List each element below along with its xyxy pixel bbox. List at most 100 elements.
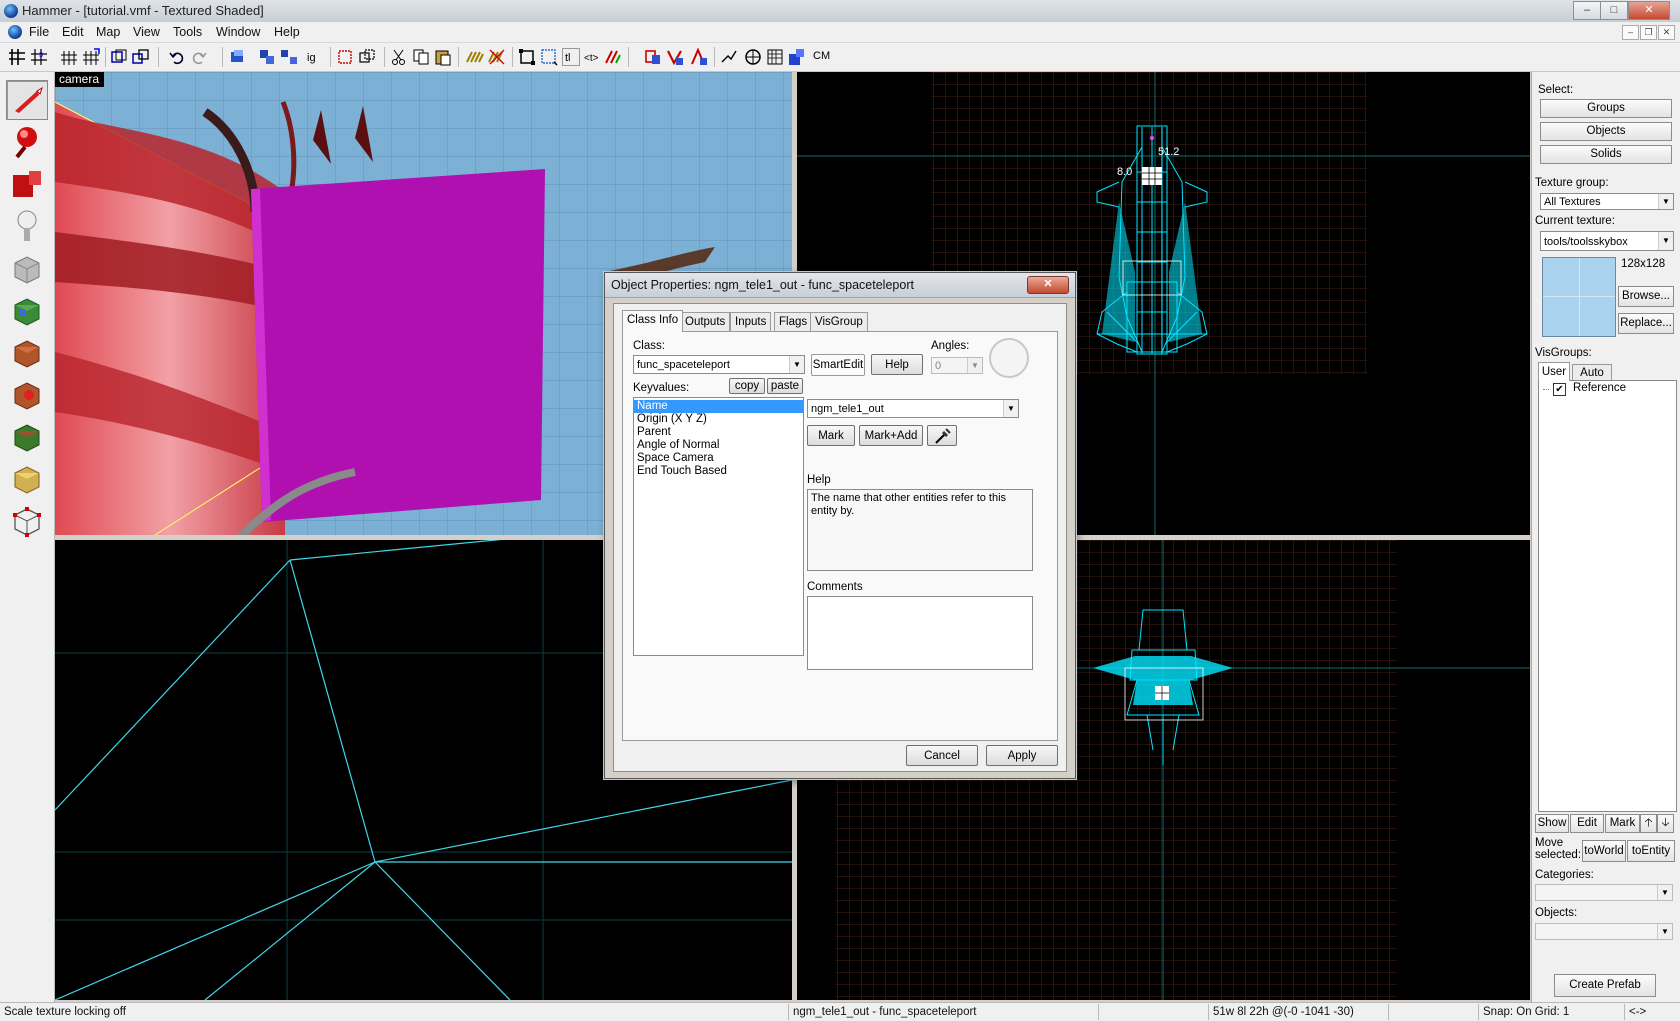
texture-group-select[interactable]: All Textures ▼ — [1540, 193, 1674, 210]
keyvalues-list[interactable]: Name Origin (X Y Z) Parent Angle of Norm… — [633, 397, 804, 656]
tab-flags[interactable]: Flags — [774, 312, 813, 331]
grid-larger-icon[interactable] — [82, 48, 100, 66]
keyvalue-item[interactable]: Angle of Normal — [634, 439, 803, 452]
keyvalue-item[interactable]: Parent — [634, 426, 803, 439]
radius-culling-icon[interactable] — [744, 48, 762, 66]
objects-select[interactable]: ▼ — [1535, 923, 1673, 940]
texture-application-tool[interactable] — [6, 290, 48, 330]
displacement-toggle-icon[interactable] — [604, 48, 622, 66]
keyvalue-item[interactable]: Space Camera — [634, 452, 803, 465]
tab-outputs[interactable]: Outputs — [680, 312, 731, 331]
keyvalue-item[interactable]: Origin (X Y Z) — [634, 413, 803, 426]
ignore-groups-icon[interactable]: ig — [304, 48, 322, 66]
show-items-icon[interactable] — [666, 48, 684, 66]
keyvalue-item[interactable]: End Touch Based — [634, 465, 803, 478]
menu-edit[interactable]: Edit — [62, 25, 84, 39]
keyvalue-item[interactable]: Name — [634, 400, 803, 413]
visgroup-checkbox-checked-icon[interactable]: ✔ — [1553, 383, 1566, 396]
clipping-tool[interactable] — [6, 458, 48, 498]
class-select[interactable]: func_spaceteleport ▼ — [633, 355, 805, 374]
apply-texture-tool[interactable] — [6, 332, 48, 372]
entity-report-icon[interactable] — [788, 48, 806, 66]
copy-icon[interactable] — [412, 48, 430, 66]
angle-dial[interactable] — [989, 338, 1029, 378]
class-help-button[interactable]: Help — [871, 354, 923, 375]
undo-icon[interactable] — [168, 48, 186, 66]
cancel-button[interactable]: Cancel — [906, 745, 978, 766]
select-items-icon[interactable] — [690, 48, 708, 66]
eyedropper-button[interactable] — [927, 425, 957, 446]
comments-field[interactable] — [807, 596, 1033, 670]
angles-select[interactable]: 0 ▼ — [931, 357, 983, 374]
document-icon[interactable] — [8, 25, 22, 39]
toggle-3d-grid-icon[interactable]: <t> — [584, 48, 602, 66]
dialog-title-bar[interactable]: Object Properties: ngm_tele1_out - func_… — [605, 273, 1075, 298]
hide-selection-icon[interactable] — [336, 48, 354, 66]
ungroup-icon[interactable] — [280, 48, 298, 66]
decal-tool[interactable] — [6, 374, 48, 414]
tab-inputs[interactable]: Inputs — [730, 312, 772, 331]
selection-tool[interactable] — [6, 80, 48, 120]
paste-button[interactable]: paste — [767, 378, 803, 394]
menu-help[interactable]: Help — [274, 25, 300, 39]
hide-items-icon[interactable] — [644, 48, 662, 66]
menu-tools[interactable]: Tools — [173, 25, 202, 39]
texture-lock-icon[interactable] — [466, 48, 484, 66]
redo-icon[interactable] — [190, 48, 208, 66]
categories-select[interactable]: ▼ — [1535, 884, 1673, 901]
carve-icon[interactable] — [228, 48, 246, 66]
toggle-helpers-icon[interactable] — [540, 48, 558, 66]
cm-label[interactable]: CM — [813, 50, 830, 62]
browse-button[interactable]: Browse... — [1618, 286, 1674, 307]
select-solids-button[interactable]: Solids — [1540, 145, 1672, 164]
dialog-close-button[interactable]: ✕ — [1027, 276, 1069, 294]
maximize-button[interactable]: □ — [1600, 1, 1628, 20]
grid-3d-icon[interactable]: 3 — [30, 48, 48, 66]
menu-window[interactable]: Window — [216, 25, 260, 39]
texture-scale-lock-icon[interactable] — [488, 48, 506, 66]
texture-preview[interactable] — [1542, 257, 1616, 337]
select-objects-button[interactable]: Objects — [1540, 122, 1672, 141]
visgroups-tab-user[interactable]: User — [1538, 362, 1570, 381]
mdi-restore-icon[interactable]: ❐ — [1640, 25, 1657, 40]
mark-button[interactable]: Mark — [807, 425, 855, 446]
title-bar[interactable]: Hammer - [tutorial.vmf - Textured Shaded… — [0, 0, 1680, 23]
cordon-icon[interactable] — [766, 48, 784, 66]
menu-map[interactable]: Map — [96, 25, 120, 39]
menu-file[interactable]: File — [29, 25, 49, 39]
group-icon[interactable] — [258, 48, 276, 66]
menu-view[interactable]: View — [133, 25, 160, 39]
prefab-icon[interactable] — [720, 48, 738, 66]
cut-icon[interactable] — [390, 48, 408, 66]
vertex-tool[interactable] — [6, 500, 48, 540]
mdi-close-icon[interactable]: ✕ — [1658, 25, 1675, 40]
camera-tool[interactable] — [6, 164, 48, 204]
visgroups-tab-auto[interactable]: Auto — [1572, 364, 1612, 381]
magnify-tool[interactable] — [6, 122, 48, 162]
overlay-tool[interactable] — [6, 416, 48, 456]
visgroup-mark-button[interactable]: Mark — [1605, 814, 1640, 833]
to-entity-button[interactable]: toEntity — [1627, 840, 1675, 862]
close-button[interactable]: ✕ — [1628, 1, 1670, 20]
paste-icon[interactable] — [434, 48, 452, 66]
to-world-button[interactable]: toWorld — [1582, 840, 1626, 862]
save-window-state-icon[interactable] — [132, 48, 150, 66]
load-window-state-icon[interactable] — [110, 48, 128, 66]
visgroup-item-reference[interactable]: Reference — [1573, 382, 1626, 394]
select-groups-button[interactable]: Groups — [1540, 99, 1672, 118]
mdi-minimize-icon[interactable]: – — [1622, 25, 1639, 40]
replace-button[interactable]: Replace... — [1618, 313, 1674, 334]
create-prefab-button[interactable]: Create Prefab — [1554, 974, 1656, 997]
grid-smaller-icon[interactable] — [60, 48, 78, 66]
block-tool[interactable] — [6, 248, 48, 288]
minimize-button[interactable]: – — [1573, 1, 1601, 20]
copy-button[interactable]: copy — [729, 378, 765, 394]
apply-button[interactable]: Apply — [986, 745, 1058, 766]
grid-toggle-icon[interactable] — [8, 48, 26, 66]
keyvalue-value-select[interactable]: ngm_tele1_out ▼ — [807, 399, 1019, 418]
toggle-select-by-handles-icon[interactable] — [518, 48, 536, 66]
visgroups-list[interactable]: ✔ Reference — [1538, 380, 1677, 812]
visgroup-edit-button[interactable]: Edit — [1570, 814, 1604, 833]
toggle-tl-icon[interactable]: tl — [562, 48, 580, 66]
hide-unselected-icon[interactable] — [358, 48, 376, 66]
